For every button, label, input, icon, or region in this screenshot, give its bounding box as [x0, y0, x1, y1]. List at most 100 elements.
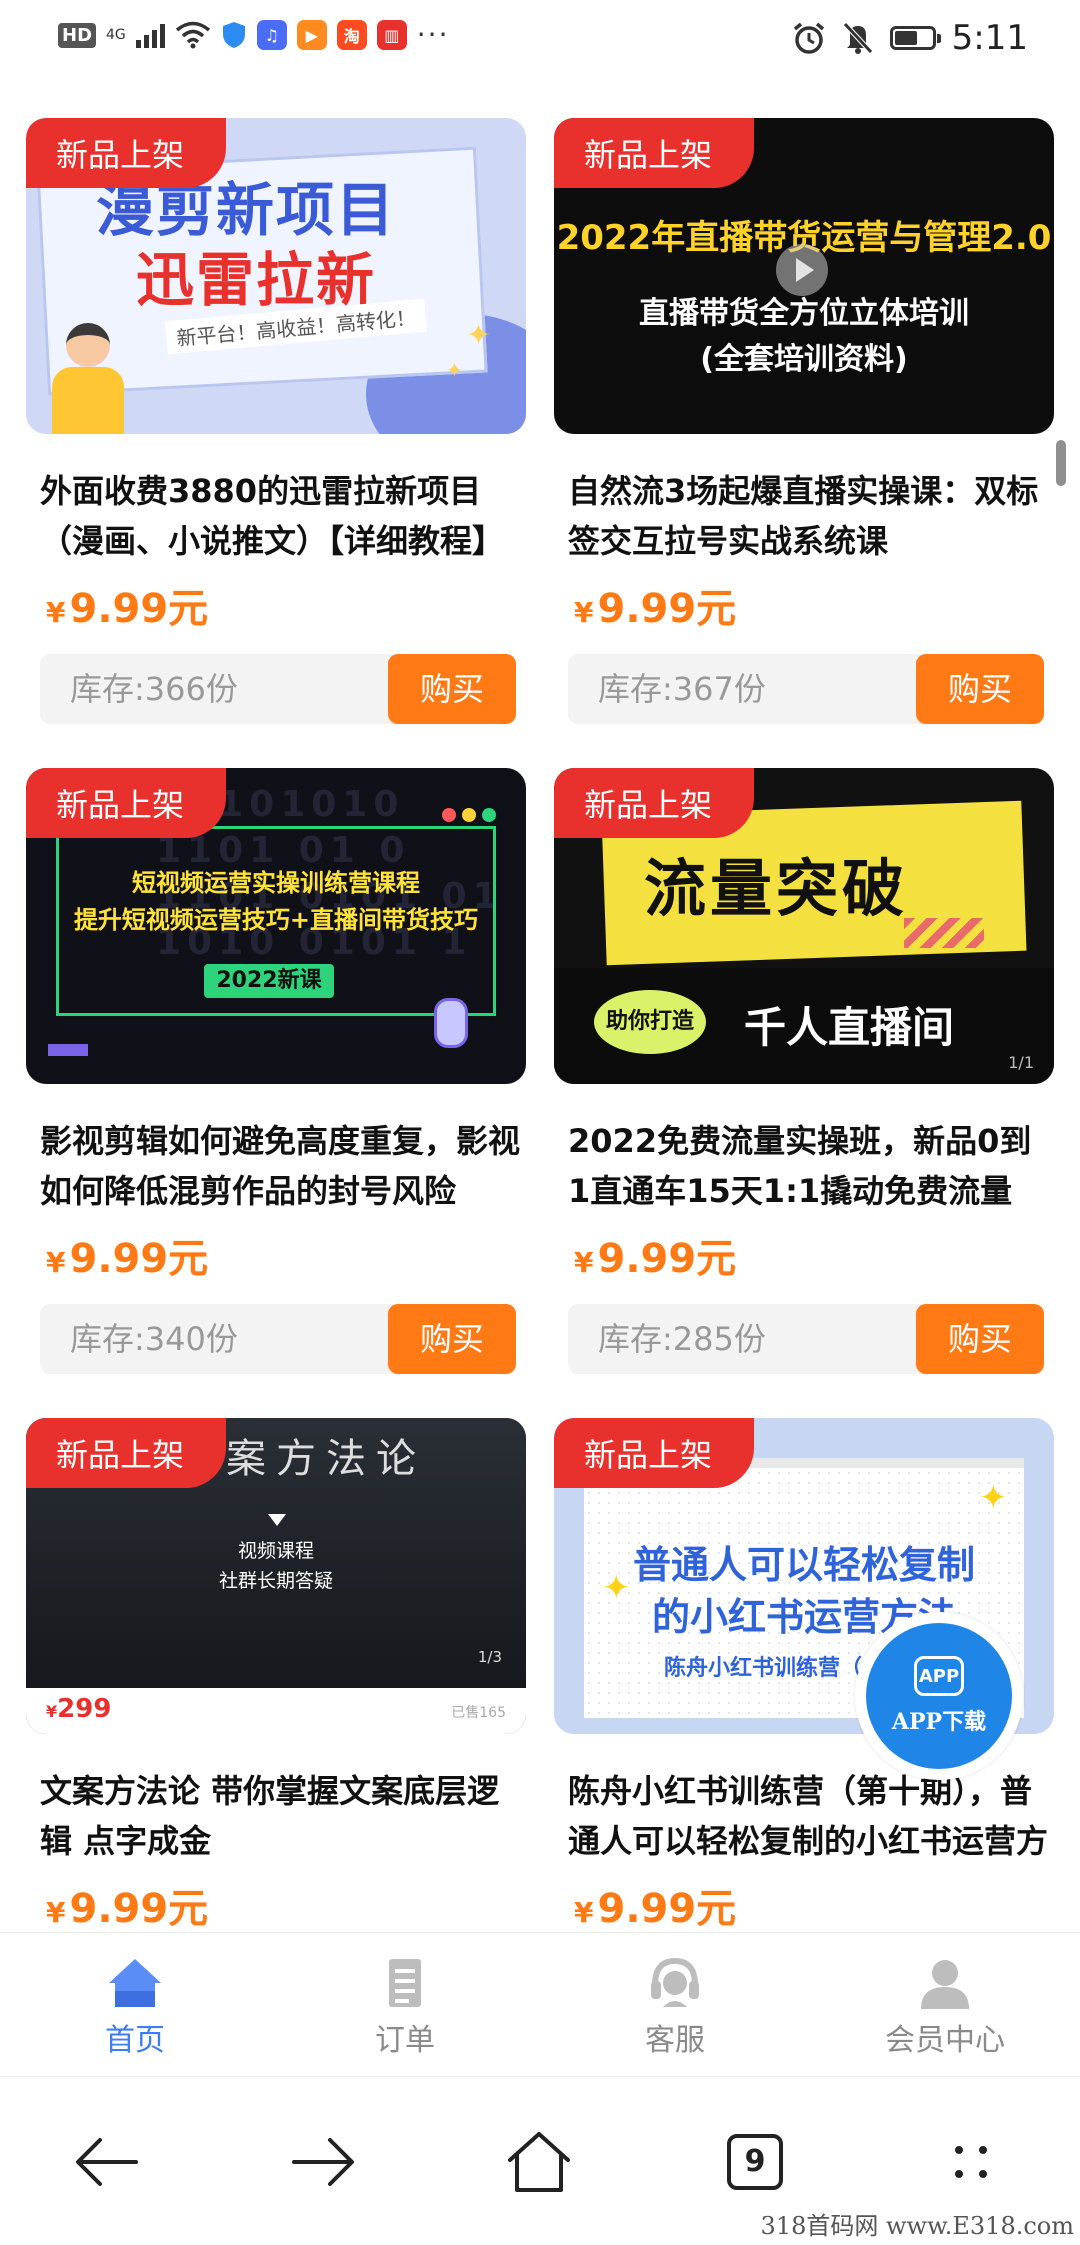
product-price: ¥9.99元 [574, 1236, 737, 1282]
product-title[interactable]: 文案方法论 带你掌握文案底层逻辑 点字成金 [40, 1766, 520, 1866]
product-card[interactable]: 11101010 1101 01 0 1101 0101 01 1010 010… [26, 768, 526, 1374]
new-course-tag: 2022新课 [204, 964, 334, 998]
product-price: ¥9.99元 [574, 1886, 737, 1932]
product-card[interactable]: 流量突破 助你打造 千人直播间 1/1 新品上架 2022免费流量实操班，新品0… [554, 768, 1054, 1374]
forward-button[interactable] [278, 2117, 368, 2207]
thumb-subheading: 直播带货全方位立体培训 [639, 296, 969, 331]
bottom-tab-bar: 首页 订单 客服 会员中心 [0, 1932, 1080, 2077]
app-download-button[interactable]: APP APP下载 [855, 1612, 1023, 1780]
user-icon [921, 1960, 969, 2009]
product-thumbnail[interactable]: 2022年直播带货运营与管理2.0 直播带货全方位立体培训 (全套培训资料) 新… [554, 118, 1054, 434]
product-card[interactable]: 漫剪新项目 迅雷拉新 新平台！高收益！高转化！ ✦ ✦ 新品上架 外面收费388… [26, 118, 526, 724]
taobao-app-icon: 淘 [336, 20, 367, 50]
thumb-caption: (全套培训资料) [700, 342, 908, 377]
new-arrival-badge: 新品上架 [554, 1418, 754, 1488]
product-price: ¥9.99元 [46, 1886, 209, 1932]
thumb-subheading: 视频课程 [237, 1540, 314, 1562]
tab-label: 首页 [105, 2023, 165, 2058]
tab-home[interactable]: 首页 [0, 1933, 270, 2077]
mouse-icon [434, 998, 468, 1048]
stock-row: 库存:367份 购买 [568, 654, 1044, 724]
home-button[interactable] [494, 2117, 584, 2207]
product-title[interactable]: 2022免费流量实操班，新品0到1直通车15天1:1撬动免费流量 [568, 1116, 1048, 1216]
buy-button[interactable]: 购买 [388, 1304, 516, 1374]
product-card[interactable]: 案方法论 视频课程 社群长期答疑 1/3 ¥299 已售165 新品上架 文案方… [26, 1418, 526, 1932]
stock-count: 库存:340份 [40, 1304, 440, 1374]
thumb-heading: 短视频运营实操训练营课程 [132, 869, 420, 897]
thumb-sold-count: 已售165 [451, 1705, 506, 1721]
menu-button[interactable] [926, 2117, 1016, 2207]
product-thumbnail[interactable]: 漫剪新项目 迅雷拉新 新平台！高收益！高转化！ ✦ ✦ 新品上架 [26, 118, 526, 434]
thumb-subheading: 迅雷拉新 [136, 246, 377, 314]
product-thumbnail[interactable]: 11101010 1101 01 0 1101 0101 01 1010 010… [26, 768, 526, 1084]
order-list-icon [389, 1959, 421, 2007]
site-watermark: 318首码网 www.E318.com [760, 2212, 1074, 2240]
headset-icon [651, 1957, 699, 2007]
thumb-heading: 流量突破 [644, 852, 909, 925]
thumb-caption: 社群长期答疑 [218, 1570, 333, 1592]
status-right: 5:11 [792, 18, 1028, 58]
more-notifications-icon: ··· [416, 18, 450, 51]
arrow-right-icon [292, 2138, 354, 2186]
thumb-heading: 案方法论 [226, 1436, 426, 1482]
app-icon: APP [914, 1656, 964, 1696]
video-app-icon: ▶ [296, 20, 327, 50]
image-page-indicator: 1/3 [477, 1648, 502, 1666]
new-arrival-badge: 新品上架 [554, 118, 754, 188]
signal-icon [135, 22, 165, 48]
house-outline-icon [508, 2132, 570, 2192]
alarm-icon [793, 22, 824, 54]
new-arrival-badge: 新品上架 [26, 768, 226, 838]
book-app-icon: ▥ [376, 20, 407, 50]
shield-icon [222, 22, 245, 48]
tab-count: 9 [727, 2134, 783, 2190]
sparkle-icon: ✦ [466, 318, 492, 353]
thumb-subheading: 千人直播间 [744, 1003, 955, 1052]
thumb-price: ¥299 [46, 1694, 112, 1724]
sparkle-icon: ✦ [979, 1478, 1008, 1518]
battery-fill [894, 31, 917, 45]
product-card[interactable]: 2022年直播带货运营与管理2.0 直播带货全方位立体培训 (全套培训资料) 新… [554, 118, 1054, 724]
product-price: ¥9.99元 [574, 586, 737, 632]
stock-count: 库存:366份 [40, 654, 440, 724]
tabs-button[interactable]: 9 [710, 2117, 800, 2207]
wifi-icon [175, 21, 210, 49]
app-download-label: APP下载 [891, 1709, 987, 1735]
buy-button[interactable]: 购买 [916, 1304, 1044, 1374]
tab-label: 会员中心 [885, 2023, 1005, 2058]
product-price: ¥9.99元 [46, 1236, 209, 1282]
image-page-indicator: 1/1 [1008, 1053, 1034, 1072]
stock-count: 库存:367份 [568, 654, 968, 724]
stock-row: 库存:285份 购买 [568, 1304, 1044, 1374]
arrow-left-icon [76, 2138, 138, 2186]
tab-orders[interactable]: 订单 [270, 1933, 540, 2077]
product-title[interactable]: 自然流3场起爆直播实操课：双标签交互拉号实战系统课 [568, 466, 1048, 566]
stock-row: 库存:340份 购买 [40, 1304, 516, 1374]
buy-button[interactable]: 购买 [916, 654, 1044, 724]
thumb-subheading: 提升短视频运营技巧+直播间带货技巧 [73, 906, 479, 934]
buy-button[interactable]: 购买 [388, 654, 516, 724]
battery-icon [889, 26, 941, 50]
product-title[interactable]: 外面收费3880的迅雷拉新项目（漫画、小说推文）【详细教程】 [40, 466, 520, 566]
hd-voice-icon: HD [58, 22, 97, 48]
thumb-caption: 陈舟小红书训练营（ [664, 1656, 863, 1681]
product-title[interactable]: 影视剪辑如何避免高度重复，影视如何降低混剪作品的封号风险 [40, 1116, 520, 1216]
home-icon [109, 1959, 161, 2007]
thumb-bubble: 助你打造 [594, 990, 706, 1054]
cartoon-person-illustration [46, 323, 126, 434]
music-app-icon: ♫ [256, 20, 287, 50]
dots-menu-icon [955, 2146, 987, 2178]
status-bar: HD 4G ♫ ▶ 淘 ▥ ··· 5:11 [0, 0, 1080, 80]
mute-bell-icon [842, 22, 873, 54]
tab-customer-service[interactable]: 客服 [540, 1933, 810, 2077]
product-thumbnail[interactable]: 案方法论 视频课程 社群长期答疑 1/3 ¥299 已售165 新品上架 [26, 1418, 526, 1734]
back-button[interactable] [62, 2117, 152, 2207]
product-thumbnail[interactable]: 流量突破 助你打造 千人直播间 1/1 新品上架 [554, 768, 1054, 1084]
product-title[interactable]: 陈舟小红书训练营（第十期），普通人可以轻松复制的小红书运营方法 [568, 1766, 1048, 1866]
sparkle-icon: ✦ [602, 1568, 631, 1608]
scrollbar[interactable] [1056, 440, 1066, 486]
browser-navigation-bar: 9 318首码网 www.E318.com [0, 2076, 1080, 2245]
tab-label: 订单 [375, 2023, 435, 2058]
tab-member-center[interactable]: 会员中心 [810, 1933, 1080, 2077]
product-price: ¥9.99元 [46, 586, 209, 632]
